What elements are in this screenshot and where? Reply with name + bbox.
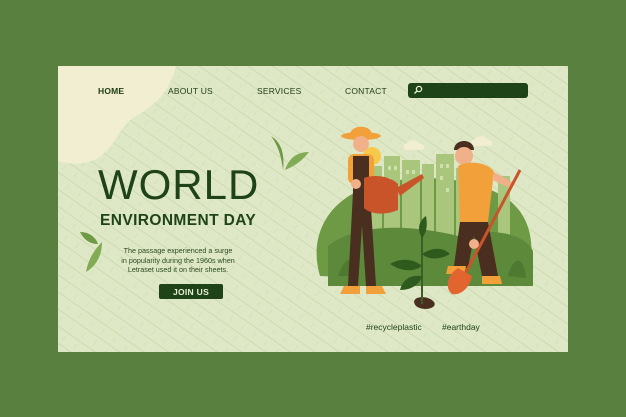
search-icon bbox=[414, 85, 423, 94]
nav-home[interactable]: HOME bbox=[98, 86, 124, 96]
hero-illustration bbox=[316, 126, 533, 309]
landing-page-card: HOME ABOUT US SERVICES CONTACT WORLD ENV… bbox=[58, 66, 568, 352]
search-bar[interactable] bbox=[408, 83, 528, 98]
join-us-button[interactable]: JOIN US bbox=[159, 284, 223, 299]
hero-title: WORLD bbox=[98, 161, 260, 208]
search-input[interactable] bbox=[426, 84, 524, 97]
hashtag-earthday[interactable]: #earthday bbox=[442, 322, 480, 332]
leaf-sprig-icon bbox=[80, 232, 102, 272]
nav-contact[interactable]: CONTACT bbox=[345, 86, 387, 96]
hero-subtitle: ENVIRONMENT DAY bbox=[100, 212, 257, 229]
nav-about-us[interactable]: ABOUT US bbox=[168, 86, 213, 96]
nav-services[interactable]: SERVICES bbox=[257, 86, 301, 96]
hero-description: The passage experienced a surge in popul… bbox=[121, 246, 235, 275]
top-navigation: HOME ABOUT US SERVICES CONTACT bbox=[58, 66, 568, 116]
hashtag-recycleplastic[interactable]: #recycleplastic bbox=[366, 322, 422, 332]
